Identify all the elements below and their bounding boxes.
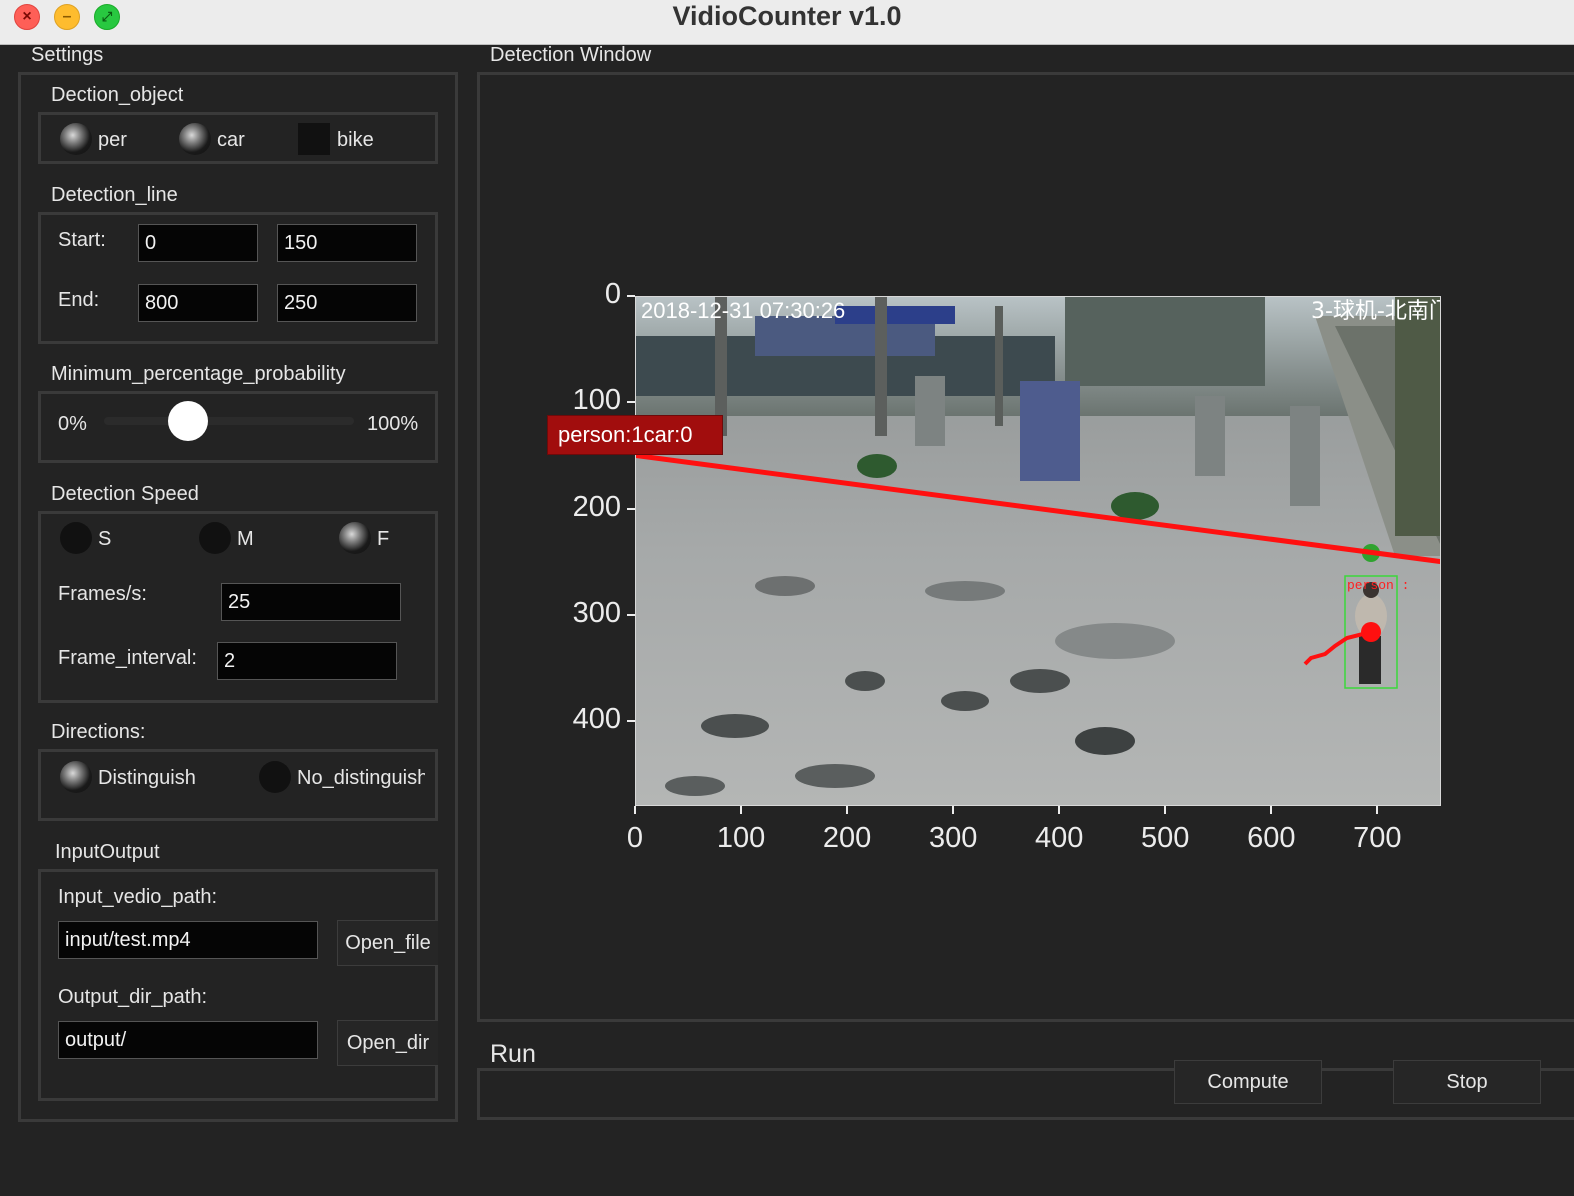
min-probability-slider-handle[interactable]	[167, 401, 208, 441]
input-video-path-label: Input_vedio_path:	[58, 886, 218, 908]
x-axis-tick-label: 700	[1353, 822, 1402, 854]
checkbox-car-label: car	[217, 129, 245, 151]
open-file-button[interactable]: Open_file	[337, 920, 438, 966]
start-label: Start:	[58, 229, 106, 251]
end-x-input[interactable]: 800	[138, 284, 258, 322]
detection-line-title: Detection_line	[51, 184, 178, 206]
stop-button[interactable]: Stop	[1393, 1060, 1541, 1104]
speed-radio-f-label: F	[377, 528, 390, 550]
y-axis-tick-label: 300	[572, 596, 621, 629]
person-tag: person :	[1347, 578, 1409, 593]
fps-input[interactable]: 25	[221, 583, 401, 621]
y-axis-tick	[627, 507, 635, 510]
checkbox-person[interactable]	[60, 123, 92, 155]
x-axis-tick	[1058, 806, 1061, 814]
x-axis-tick	[634, 806, 636, 814]
x-axis-tick	[846, 806, 849, 814]
input-video-path-input[interactable]: input/test.mp4	[58, 921, 318, 959]
window-title: VidioCounter v1.0	[672, 1, 902, 31]
direction-radio-distinguish-label: Distinguish	[98, 767, 196, 789]
x-axis-tick-label: 100	[716, 822, 766, 854]
x-axis-tick-label: 600	[1247, 822, 1296, 854]
x-axis-tick	[1270, 806, 1273, 814]
y-axis-tick-label: 0	[604, 278, 621, 310]
speed-radio-f[interactable]	[339, 522, 371, 554]
x-axis-tick	[1164, 806, 1167, 814]
min-probability-title: Minimum_percentage_probability	[51, 363, 346, 385]
direction-radio-no-distinguish[interactable]	[259, 761, 291, 793]
checkbox-bike-label: bike	[337, 129, 374, 151]
count-label: person:1car:0	[547, 415, 723, 455]
detection-speed-title: Detection Speed	[51, 483, 199, 505]
checkbox-bike[interactable]	[298, 123, 330, 155]
x-axis-tick-label: 0	[626, 822, 644, 854]
x-axis-tick	[740, 806, 743, 814]
x-axis-tick-label: 500	[1141, 822, 1190, 854]
input-output-title: InputOutput	[55, 841, 160, 863]
x-axis-tick-label: 200	[822, 822, 872, 854]
x-axis-tick-label: 300	[928, 822, 978, 854]
y-axis-tick	[627, 401, 635, 404]
y-axis-tick-label: 200	[572, 490, 621, 523]
run-title: Run	[490, 1040, 536, 1068]
y-axis-tick-label: 100	[572, 384, 621, 417]
start-x-input[interactable]: 0	[138, 224, 258, 262]
detection-window-title: Detection Window	[490, 44, 652, 66]
y-axis-tick	[627, 295, 635, 297]
title-bar: × – ⤢ VidioCounter v1.0	[0, 0, 1574, 45]
y-axis-tick	[627, 720, 635, 722]
video-frame: 2018-12-31 07:30:26 3-球机-北南门 person :	[635, 296, 1441, 806]
frame-interval-label: Frame_interval:	[58, 647, 197, 669]
video-timestamp: 2018-12-31 07:30:26	[641, 298, 845, 323]
direction-radio-distinguish[interactable]	[60, 761, 92, 793]
output-dir-path-label: Output_dir_path:	[58, 986, 207, 1008]
speed-radio-m[interactable]	[199, 522, 231, 554]
x-axis-tick	[952, 806, 955, 814]
compute-button[interactable]: Compute	[1174, 1060, 1322, 1104]
directions-title: Directions:	[51, 721, 146, 743]
end-y-input[interactable]: 250	[277, 284, 417, 322]
open-dir-button[interactable]: Open_dir	[337, 1020, 438, 1066]
speed-radio-m-label: M	[237, 528, 254, 550]
detection-object-title: Dection_object	[51, 84, 184, 106]
min-probability-max-label: 100%	[367, 413, 419, 435]
y-axis-tick	[627, 613, 635, 616]
start-y-input[interactable]: 150	[277, 224, 417, 262]
checkbox-person-label: per	[98, 129, 127, 151]
frame-interval-input[interactable]: 2	[217, 642, 397, 680]
y-axis-tick-label: 400	[572, 703, 621, 735]
speed-radio-s-label: S	[98, 528, 112, 550]
checkbox-car[interactable]	[179, 123, 211, 155]
x-axis-tick	[1376, 806, 1379, 814]
settings-title: Settings	[31, 44, 104, 66]
x-axis-tick-label: 400	[1035, 822, 1084, 854]
output-dir-path-input[interactable]: output/	[58, 1021, 318, 1059]
min-probability-slider-track[interactable]	[104, 417, 354, 425]
fps-label: Frames/s:	[58, 583, 147, 605]
end-label: End:	[58, 289, 100, 311]
direction-radio-no-distinguish-label: No_distinguish	[297, 767, 425, 789]
min-probability-min-label: 0%	[58, 413, 87, 435]
speed-radio-s[interactable]	[60, 522, 92, 554]
video-camera-name: 3-球机-北南门	[1311, 299, 1441, 324]
